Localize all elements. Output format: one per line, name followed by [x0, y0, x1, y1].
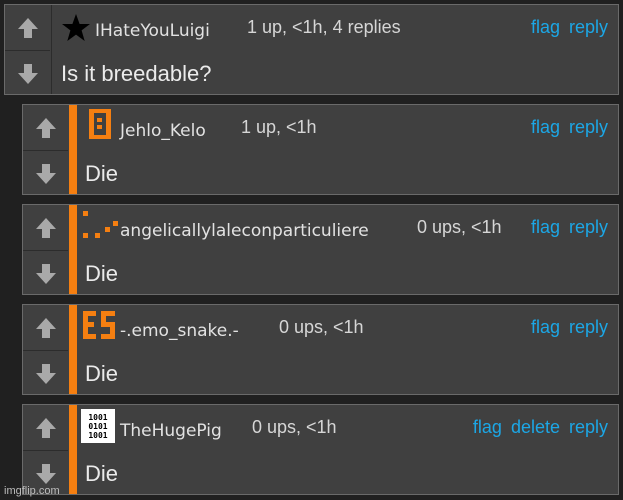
flag-link[interactable]: flag	[531, 117, 560, 138]
comment-body: Die	[85, 461, 119, 486]
reply-link[interactable]: reply	[569, 217, 608, 238]
avatar[interactable]	[81, 309, 115, 339]
reply-card: -.emo_snake.- 0 ups, <1h flag reply Die	[22, 304, 619, 395]
reply-accent-bar	[69, 305, 77, 394]
avatar[interactable]	[61, 13, 91, 43]
reply-card: 1001 0101 1001 TheHugePig 0 ups, <1h fla…	[22, 404, 619, 495]
reply-link[interactable]: reply	[569, 417, 608, 438]
comment-actions: flag reply	[531, 17, 608, 38]
flag-link[interactable]: flag	[473, 417, 502, 438]
up-arrow-icon	[35, 417, 56, 438]
comment-body: Die	[85, 361, 119, 386]
comment-meta: 1 up, <1h	[241, 117, 317, 137]
star-icon	[62, 14, 90, 41]
username-link[interactable]: Jehlo_Kelo	[120, 121, 206, 141]
comment-body: Is it breedable?	[61, 61, 212, 86]
username-link[interactable]: -.emo_snake.-	[120, 321, 239, 341]
down-arrow-icon	[35, 463, 56, 484]
upvote-button[interactable]	[23, 105, 68, 151]
username-link[interactable]: angelicallylaleconparticuliere	[120, 221, 369, 241]
avatar[interactable]: 1001 0101 1001	[81, 409, 115, 443]
vote-column	[23, 205, 70, 294]
up-arrow-icon	[17, 17, 38, 38]
flag-link[interactable]: flag	[531, 17, 560, 38]
up-arrow-icon	[35, 117, 56, 138]
pixel-zero-icon	[89, 109, 111, 139]
reply-card: angelicallylaleconparticuliere 0 ups, <1…	[22, 204, 619, 295]
binary-code-line: 1001	[88, 430, 108, 440]
comment-meta: 0 ups, <1h	[252, 417, 337, 437]
comment-meta: 0 ups, <1h	[417, 217, 502, 237]
reply-link[interactable]: reply	[569, 317, 608, 338]
watermark: imgflip.com	[4, 485, 60, 497]
down-arrow-icon	[17, 63, 38, 84]
comment-meta: 1 up, <1h, 4 replies	[247, 17, 401, 37]
down-arrow-icon	[35, 163, 56, 184]
upvote-button[interactable]	[23, 305, 68, 351]
up-arrow-icon	[35, 217, 56, 238]
downvote-button[interactable]	[23, 151, 68, 196]
avatar[interactable]	[81, 209, 118, 239]
vote-column	[23, 405, 70, 494]
pixel-dots-icon	[83, 211, 118, 238]
comment-actions: flag reply	[531, 117, 608, 138]
reply-accent-bar	[69, 205, 77, 294]
comment-body: Die	[85, 261, 119, 286]
flag-link[interactable]: flag	[531, 317, 560, 338]
upvote-button[interactable]	[5, 5, 50, 51]
comment-actions: flag reply	[531, 317, 608, 338]
vote-column	[23, 305, 70, 394]
down-arrow-icon	[35, 263, 56, 284]
delete-link[interactable]: delete	[511, 417, 560, 438]
up-arrow-icon	[35, 317, 56, 338]
upvote-button[interactable]	[23, 205, 68, 251]
username-link[interactable]: IHateYouLuigi	[95, 21, 210, 41]
comment-actions: flag reply	[531, 217, 608, 238]
comment-body: Die	[85, 161, 119, 186]
flag-link[interactable]: flag	[531, 217, 560, 238]
reply-link[interactable]: reply	[569, 17, 608, 38]
down-arrow-icon	[35, 363, 56, 384]
reply-accent-bar	[69, 405, 77, 494]
downvote-button[interactable]	[23, 251, 68, 296]
vote-column	[5, 5, 52, 94]
binary-code-line: 0101	[88, 421, 108, 431]
reply-accent-bar	[69, 105, 77, 194]
es-letters-icon	[83, 311, 115, 339]
avatar[interactable]	[85, 109, 115, 139]
downvote-button[interactable]	[23, 351, 68, 396]
upvote-button[interactable]	[23, 405, 68, 451]
comment-actions: flag delete reply	[473, 417, 608, 438]
binary-code-line: 1001	[88, 412, 108, 422]
comment-card: IHateYouLuigi 1 up, <1h, 4 replies flag …	[4, 4, 619, 95]
username-link[interactable]: TheHugePig	[120, 421, 222, 441]
comment-meta: 0 ups, <1h	[279, 317, 364, 337]
vote-column	[23, 105, 70, 194]
downvote-button[interactable]	[5, 51, 50, 96]
reply-link[interactable]: reply	[569, 117, 608, 138]
reply-card: Jehlo_Kelo 1 up, <1h flag reply Die	[22, 104, 619, 195]
